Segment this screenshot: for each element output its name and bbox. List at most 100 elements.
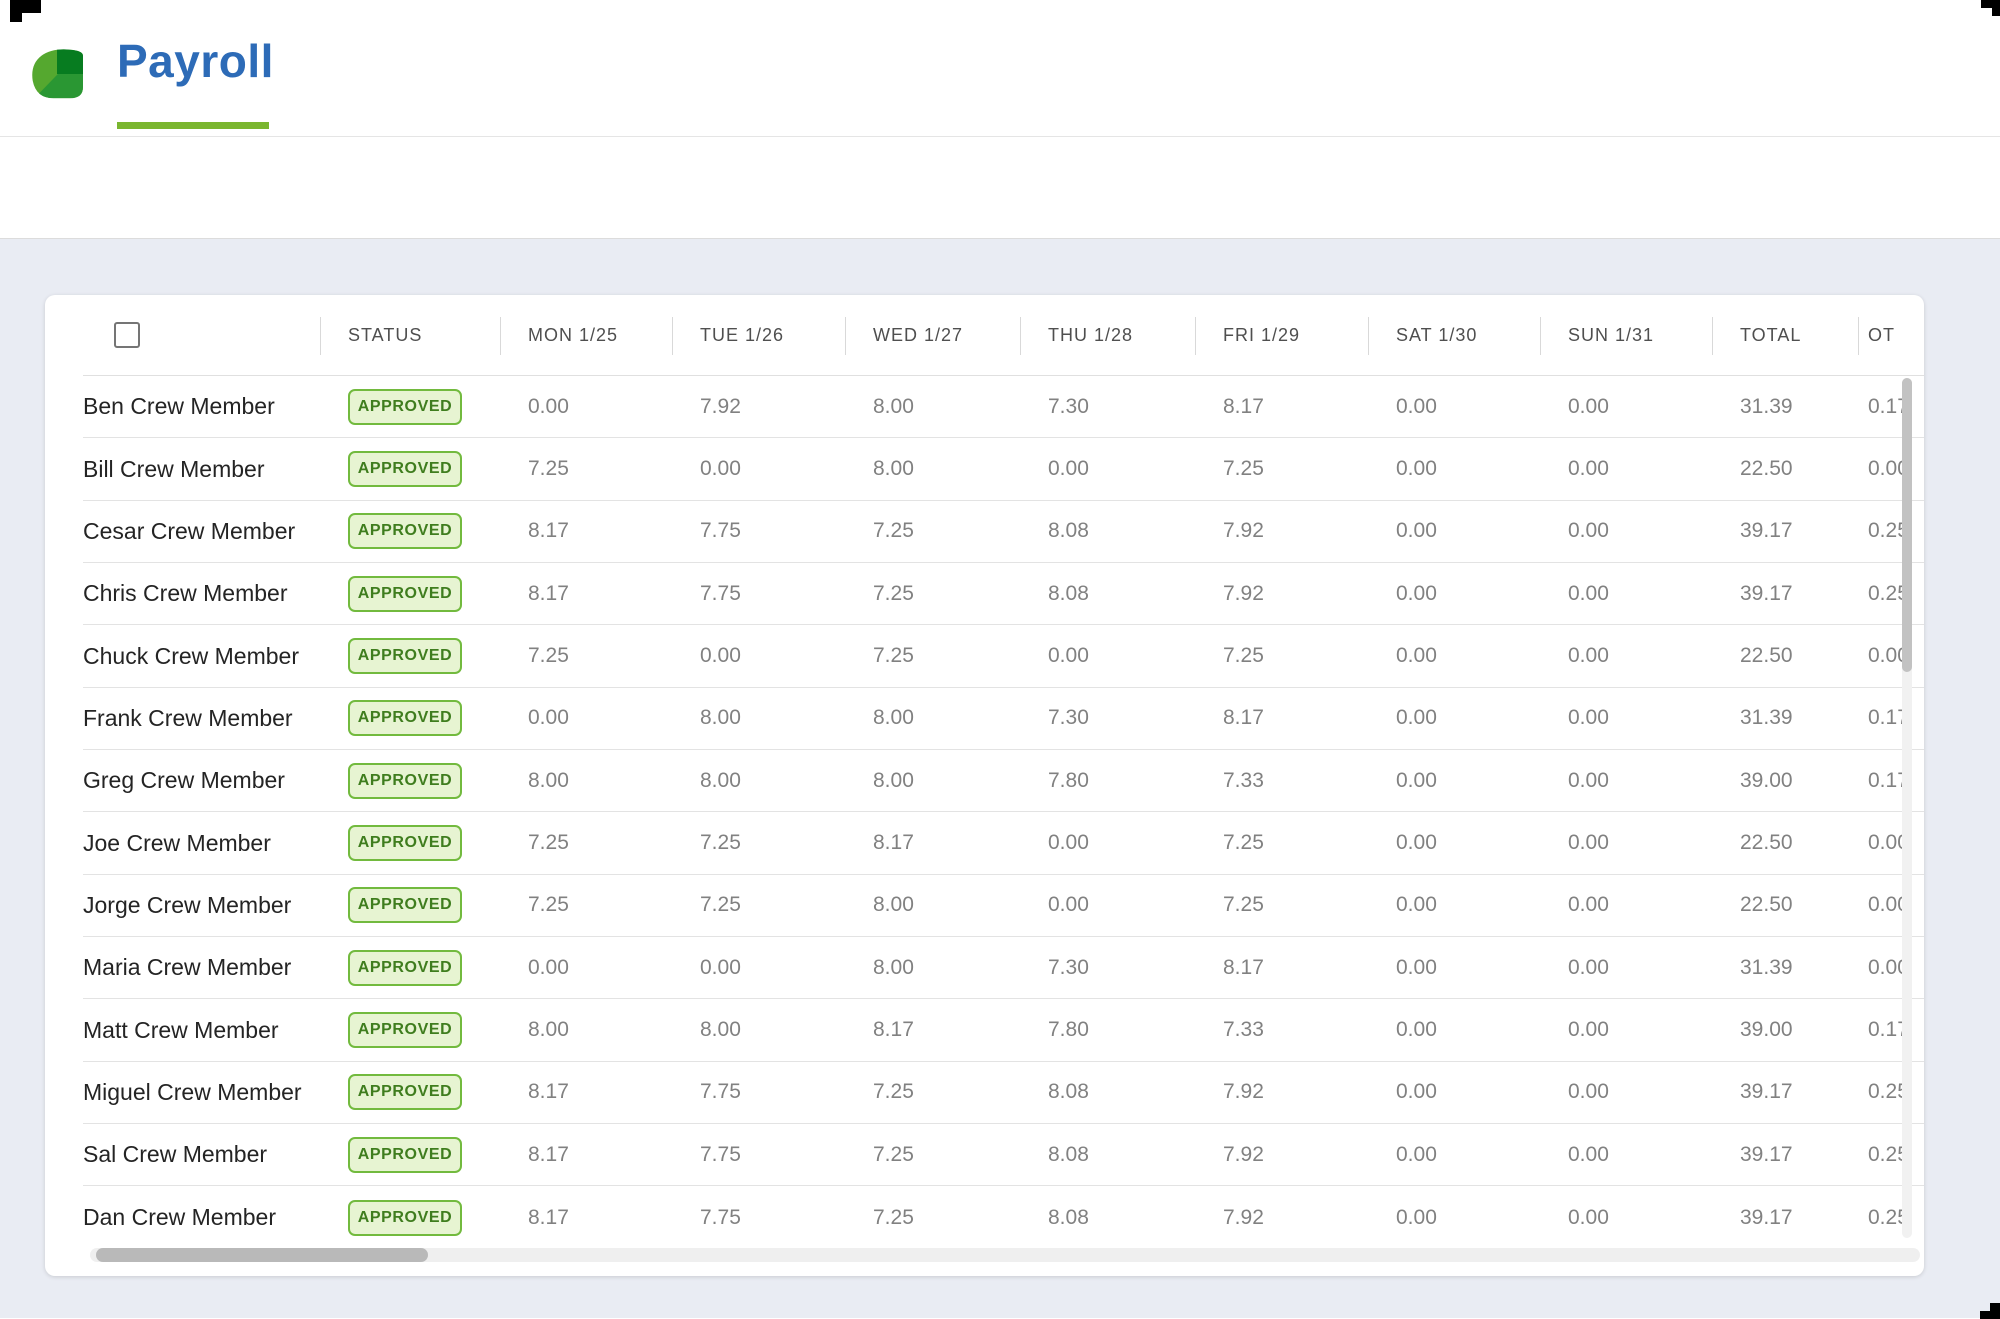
cell-thu-1-28: 7.80 xyxy=(1020,1018,1195,1042)
cell-fri-1-29: 7.25 xyxy=(1195,457,1368,481)
cell-mon-1-25: 8.17 xyxy=(500,582,672,606)
table-row[interactable]: Sal Crew MemberAPPROVED8.177.757.258.087… xyxy=(83,1124,1924,1186)
employee-name: Ben Crew Member xyxy=(83,393,320,420)
status-cell: APPROVED xyxy=(320,950,500,986)
select-all-cell xyxy=(83,295,320,375)
cell-wed-1-27: 8.00 xyxy=(845,457,1020,481)
main-content: STATUSMON 1/25TUE 1/26WED 1/27THU 1/28FR… xyxy=(0,239,2000,1318)
status-badge: APPROVED xyxy=(348,950,462,986)
column-header-mon-1-25: MON 1/25 xyxy=(500,295,672,375)
table-row[interactable]: Greg Crew MemberAPPROVED8.008.008.007.80… xyxy=(83,750,1924,812)
table-row[interactable]: Joe Crew MemberAPPROVED7.257.258.170.007… xyxy=(83,812,1924,874)
active-tab-indicator xyxy=(117,122,269,129)
table-row[interactable]: Jorge Crew MemberAPPROVED7.257.258.000.0… xyxy=(83,875,1924,937)
cell-sat-1-30: 0.00 xyxy=(1368,706,1540,730)
cell-wed-1-27: 8.00 xyxy=(845,893,1020,917)
cell-sun-1-31: 0.00 xyxy=(1540,519,1712,543)
cell-tue-1-26: 8.00 xyxy=(672,706,845,730)
horizontal-scrollbar[interactable] xyxy=(90,1248,1920,1262)
cell-total: 22.50 xyxy=(1712,893,1858,917)
cell-sat-1-30: 0.00 xyxy=(1368,1143,1540,1167)
cell-sun-1-31: 0.00 xyxy=(1540,956,1712,980)
cell-thu-1-28: 0.00 xyxy=(1020,457,1195,481)
cell-fri-1-29: 7.92 xyxy=(1195,1080,1368,1104)
leaf-logo-icon xyxy=(31,45,83,103)
cell-ot: 0.00 xyxy=(1858,457,1924,481)
cell-thu-1-28: 0.00 xyxy=(1020,644,1195,668)
cell-sat-1-30: 0.00 xyxy=(1368,831,1540,855)
cell-sat-1-30: 0.00 xyxy=(1368,395,1540,419)
crop-mark xyxy=(10,13,22,22)
cell-sat-1-30: 0.00 xyxy=(1368,1018,1540,1042)
crop-mark xyxy=(1981,0,2000,8)
column-header-sat-1-30: SAT 1/30 xyxy=(1368,295,1540,375)
cell-tue-1-26: 7.75 xyxy=(672,1206,845,1230)
cell-fri-1-29: 7.25 xyxy=(1195,831,1368,855)
cell-fri-1-29: 7.25 xyxy=(1195,644,1368,668)
table-row[interactable]: Maria Crew MemberAPPROVED0.000.008.007.3… xyxy=(83,937,1924,999)
select-all-checkbox[interactable] xyxy=(114,322,140,348)
cell-wed-1-27: 7.25 xyxy=(845,644,1020,668)
cell-fri-1-29: 7.92 xyxy=(1195,1143,1368,1167)
toolbar: Jan 25, 2021 Branches Pay Schedules xyxy=(0,137,2000,239)
cell-ot: 0.17 xyxy=(1858,769,1924,793)
status-badge: APPROVED xyxy=(348,638,462,674)
cell-thu-1-28: 0.00 xyxy=(1020,831,1195,855)
cell-wed-1-27: 7.25 xyxy=(845,1143,1020,1167)
table-row[interactable]: Chuck Crew MemberAPPROVED7.250.007.250.0… xyxy=(83,625,1924,687)
cell-thu-1-28: 8.08 xyxy=(1020,1143,1195,1167)
cell-wed-1-27: 8.17 xyxy=(845,831,1020,855)
cell-sun-1-31: 0.00 xyxy=(1540,769,1712,793)
cell-total: 31.39 xyxy=(1712,706,1858,730)
cell-wed-1-27: 7.25 xyxy=(845,1206,1020,1230)
table-row[interactable]: Cesar Crew MemberAPPROVED8.177.757.258.0… xyxy=(83,501,1924,563)
cell-ot: 0.00 xyxy=(1858,831,1924,855)
cell-sun-1-31: 0.00 xyxy=(1540,831,1712,855)
cell-total: 22.50 xyxy=(1712,831,1858,855)
cell-wed-1-27: 8.00 xyxy=(845,706,1020,730)
cell-sun-1-31: 0.00 xyxy=(1540,395,1712,419)
cell-ot: 0.00 xyxy=(1858,956,1924,980)
cell-mon-1-25: 7.25 xyxy=(500,831,672,855)
cell-sun-1-31: 0.00 xyxy=(1540,582,1712,606)
table-row[interactable]: Chris Crew MemberAPPROVED8.177.757.258.0… xyxy=(83,563,1924,625)
table-row[interactable]: Frank Crew MemberAPPROVED0.008.008.007.3… xyxy=(83,688,1924,750)
status-badge: APPROVED xyxy=(348,1012,462,1048)
cell-thu-1-28: 7.30 xyxy=(1020,956,1195,980)
status-badge: APPROVED xyxy=(348,1137,462,1173)
cell-mon-1-25: 0.00 xyxy=(500,706,672,730)
table-row[interactable]: Matt Crew MemberAPPROVED8.008.008.177.80… xyxy=(83,999,1924,1061)
table-row[interactable]: Bill Crew MemberAPPROVED7.250.008.000.00… xyxy=(83,438,1924,500)
cell-tue-1-26: 7.92 xyxy=(672,395,845,419)
status-cell: APPROVED xyxy=(320,1200,500,1236)
cell-fri-1-29: 7.33 xyxy=(1195,769,1368,793)
cell-tue-1-26: 0.00 xyxy=(672,457,845,481)
cell-mon-1-25: 8.17 xyxy=(500,519,672,543)
cell-fri-1-29: 7.92 xyxy=(1195,1206,1368,1230)
cell-ot: 0.17 xyxy=(1858,395,1924,419)
column-header-sun-1-31: SUN 1/31 xyxy=(1540,295,1712,375)
employee-name: Maria Crew Member xyxy=(83,954,320,981)
vertical-scrollbar-thumb[interactable] xyxy=(1902,378,1912,672)
cell-sat-1-30: 0.00 xyxy=(1368,893,1540,917)
cell-thu-1-28: 0.00 xyxy=(1020,893,1195,917)
cell-thu-1-28: 7.30 xyxy=(1020,706,1195,730)
column-header-tue-1-26: TUE 1/26 xyxy=(672,295,845,375)
vertical-scrollbar[interactable] xyxy=(1902,378,1912,1238)
cell-sun-1-31: 0.00 xyxy=(1540,644,1712,668)
cell-total: 22.50 xyxy=(1712,457,1858,481)
horizontal-scrollbar-thumb[interactable] xyxy=(96,1248,428,1262)
table-row[interactable]: Miguel Crew MemberAPPROVED8.177.757.258.… xyxy=(83,1062,1924,1124)
status-badge: APPROVED xyxy=(348,389,462,425)
cell-mon-1-25: 8.17 xyxy=(500,1206,672,1230)
cell-mon-1-25: 0.00 xyxy=(500,395,672,419)
cell-fri-1-29: 7.33 xyxy=(1195,1018,1368,1042)
table-row[interactable]: Dan Crew MemberAPPROVED8.177.757.258.087… xyxy=(83,1186,1924,1248)
cell-wed-1-27: 7.25 xyxy=(845,582,1020,606)
column-header-ot: OT xyxy=(1858,295,1924,375)
employee-name: Chuck Crew Member xyxy=(83,643,320,670)
cell-ot: 0.25 xyxy=(1858,519,1924,543)
table-row[interactable]: Ben Crew MemberAPPROVED0.007.928.007.308… xyxy=(83,376,1924,438)
status-cell: APPROVED xyxy=(320,576,500,612)
cell-sat-1-30: 0.00 xyxy=(1368,1206,1540,1230)
